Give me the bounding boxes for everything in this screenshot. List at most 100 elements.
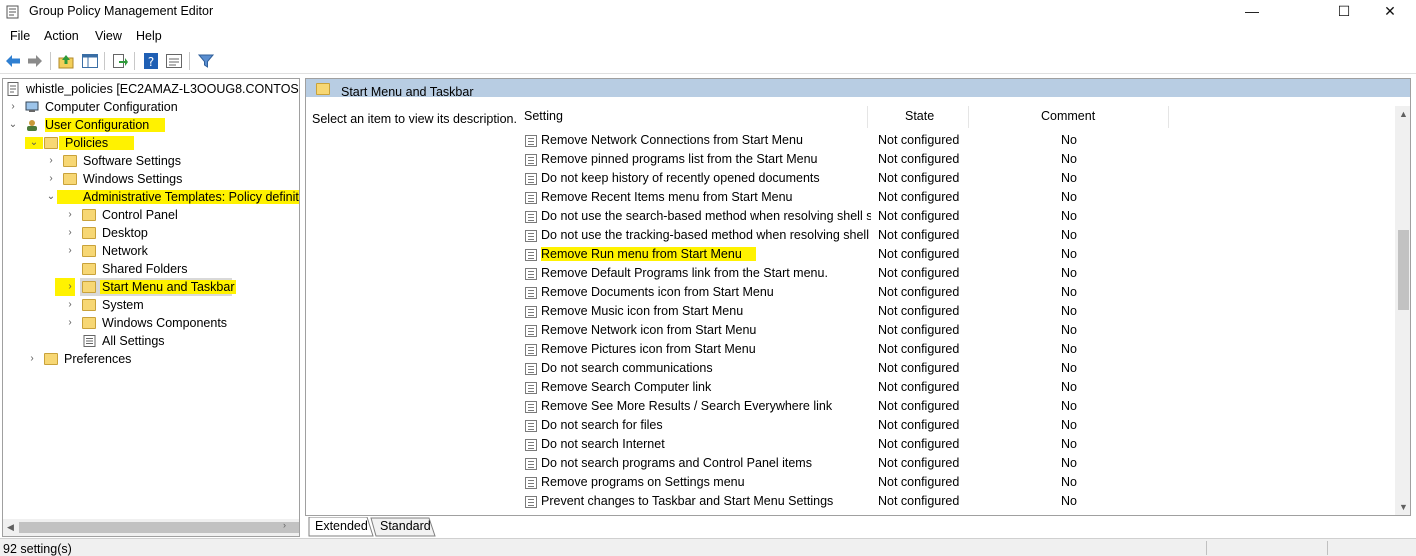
column-divider[interactable] — [867, 106, 868, 128]
setting-row[interactable]: Do not use the tracking-based method whe… — [521, 225, 1371, 244]
properties-icon[interactable] — [165, 52, 183, 70]
setting-comment: No — [1061, 380, 1077, 394]
tree-item-preferences[interactable]: › Preferences — [3, 350, 299, 368]
setting-row[interactable]: Do not use the search-based method when … — [521, 206, 1371, 225]
setting-row[interactable]: Remove pinned programs list from the Sta… — [521, 149, 1371, 168]
help-icon[interactable]: ? — [142, 52, 160, 70]
tree-item-windows-components[interactable]: › Windows Components — [3, 314, 299, 332]
tree-item-administrative-templates[interactable]: ⌄ Administrative Templates: Policy defin… — [3, 188, 299, 206]
details-vertical-scrollbar[interactable]: ▲ ▼ — [1395, 106, 1410, 515]
setting-state: Not configured — [878, 171, 960, 185]
tree-item-start-menu-and-taskbar[interactable]: › Start Menu and Taskbar — [3, 278, 299, 296]
tree-item-computer-configuration[interactable]: › Computer Configuration — [3, 98, 299, 116]
tree-item-control-panel[interactable]: › Control Panel — [3, 206, 299, 224]
tree-label: Shared Folders — [102, 262, 188, 276]
scrollbar-thumb[interactable] — [19, 522, 299, 533]
setting-row[interactable]: Remove Search Computer link Not configure… — [521, 377, 1371, 396]
tree-item-user-configuration[interactable]: ⌄ User Configuration — [3, 116, 299, 134]
show-hide-tree-icon[interactable] — [81, 52, 99, 70]
folder-icon — [82, 281, 96, 293]
title-bar: Group Policy Management Editor — ☐ ✕ — [0, 0, 1416, 24]
details-header: Start Menu and Taskbar — [306, 79, 1410, 99]
tab-standard[interactable]: Standard — [380, 517, 431, 535]
tab-extended[interactable]: Extended — [315, 517, 368, 535]
chevron-down-icon[interactable]: ⌄ — [25, 137, 43, 149]
policy-setting-icon — [525, 325, 537, 337]
chevron-right-icon[interactable]: › — [65, 317, 75, 329]
computer-icon — [25, 101, 39, 112]
setting-name: Remove Music icon from Start Menu — [541, 304, 744, 318]
chevron-right-icon[interactable]: › — [65, 281, 75, 293]
menu-view[interactable]: View — [95, 29, 122, 43]
scroll-up-arrow-icon[interactable]: ▲ — [1399, 109, 1408, 119]
setting-name: Do not search for files — [541, 418, 663, 432]
setting-state: Not configured — [878, 152, 960, 166]
setting-row[interactable]: Remove Default Programs link from the St… — [521, 263, 1371, 282]
chevron-right-icon[interactable]: › — [46, 173, 56, 185]
setting-row[interactable]: Do not search communications Not configur… — [521, 358, 1371, 377]
column-divider[interactable] — [1168, 106, 1169, 128]
tree-item-shared-folders[interactable]: Shared Folders — [3, 260, 299, 278]
setting-row[interactable]: Remove Run menu from Start Menu Not confi… — [521, 244, 1371, 263]
setting-name: Do not search communications — [541, 361, 713, 375]
setting-state: Not configured — [878, 437, 960, 451]
up-folder-icon[interactable] — [57, 52, 75, 70]
setting-row[interactable]: Remove Pictures icon from Start Menu Not … — [521, 339, 1371, 358]
setting-state: Not configured — [878, 304, 960, 318]
menu-help[interactable]: Help — [136, 29, 162, 43]
tree-item-system[interactable]: › System — [3, 296, 299, 314]
setting-name: Remove programs on Settings menu — [541, 475, 745, 489]
tree-item-policies[interactable]: ⌄ Policies — [3, 134, 299, 152]
tree-item-all-settings[interactable]: All Settings — [3, 332, 299, 350]
chevron-right-icon[interactable]: › — [8, 101, 18, 113]
setting-row[interactable]: Remove Network icon from Start Menu Not c… — [521, 320, 1371, 339]
setting-row[interactable]: Do not search for files Not configured No — [521, 415, 1371, 434]
scroll-left-arrow-icon[interactable]: ◀ — [7, 522, 14, 533]
setting-name: Remove Recent Items menu from Start Menu — [541, 190, 793, 204]
chevron-right-icon[interactable]: › — [27, 353, 37, 365]
chevron-right-icon[interactable]: › — [65, 245, 75, 257]
column-header-comment[interactable]: Comment — [1041, 109, 1095, 123]
forward-arrow-icon[interactable] — [26, 52, 44, 70]
menu-file[interactable]: File — [10, 29, 30, 43]
scroll-down-arrow-icon[interactable]: ▼ — [1399, 502, 1408, 512]
close-button[interactable]: ✕ — [1367, 0, 1413, 24]
setting-row[interactable]: Do not search programs and Control Panel… — [521, 453, 1371, 472]
setting-row[interactable]: Do not search Internet Not configured No — [521, 434, 1371, 453]
tree-item-software-settings[interactable]: › Software Settings — [3, 152, 299, 170]
minimize-button[interactable]: — — [1229, 0, 1275, 24]
tree-horizontal-scrollbar[interactable]: ◀ — [3, 519, 299, 536]
scrollbar-thumb[interactable] — [1398, 230, 1409, 310]
setting-row[interactable]: Remove Music icon from Start Menu Not con… — [521, 301, 1371, 320]
setting-row[interactable]: Remove Documents icon from Start Menu Not… — [521, 282, 1371, 301]
setting-name: Remove Default Programs link from the St… — [541, 266, 828, 280]
chevron-right-icon[interactable]: › — [65, 227, 75, 239]
setting-state: Not configured — [878, 133, 960, 147]
chevron-right-icon[interactable]: › — [46, 155, 56, 167]
chevron-right-icon[interactable]: › — [65, 299, 75, 311]
chevron-down-icon[interactable]: ⌄ — [8, 119, 18, 131]
setting-row[interactable]: Remove See More Results / Search Everywh… — [521, 396, 1371, 415]
chevron-down-icon[interactable]: ⌄ — [46, 191, 56, 203]
tree-root[interactable]: whistle_policies [EC2AMAZ-L3OOUG8.CONTOS… — [3, 80, 299, 98]
chevron-right-icon[interactable]: › — [65, 209, 75, 221]
menu-action[interactable]: Action — [44, 29, 79, 43]
setting-row[interactable]: Remove programs on Settings menu Not conf… — [521, 472, 1371, 491]
setting-row[interactable]: Prevent changes to Taskbar and Start Men… — [521, 491, 1371, 510]
setting-row[interactable]: Remove Recent Items menu from Start Menu… — [521, 187, 1371, 206]
tree-label: Software Settings — [83, 154, 181, 168]
tree-item-desktop[interactable]: › Desktop — [3, 224, 299, 242]
tree-item-windows-settings[interactable]: › Windows Settings — [3, 170, 299, 188]
setting-row[interactable]: Do not keep history of recently opened d… — [521, 168, 1371, 187]
export-list-icon[interactable] — [111, 52, 129, 70]
maximize-button[interactable]: ☐ — [1321, 0, 1367, 24]
filter-icon[interactable] — [197, 52, 215, 70]
tree-item-network[interactable]: › Network — [3, 242, 299, 260]
settings-list-icon — [83, 335, 96, 347]
setting-row[interactable]: Remove Network Connections from Start Me… — [521, 130, 1371, 149]
column-header-setting[interactable]: Setting — [524, 109, 563, 123]
column-divider[interactable] — [968, 106, 969, 128]
tab-scroll-icon[interactable]: › — [283, 520, 286, 530]
column-header-state[interactable]: State — [905, 109, 934, 123]
back-arrow-icon[interactable] — [4, 52, 22, 70]
